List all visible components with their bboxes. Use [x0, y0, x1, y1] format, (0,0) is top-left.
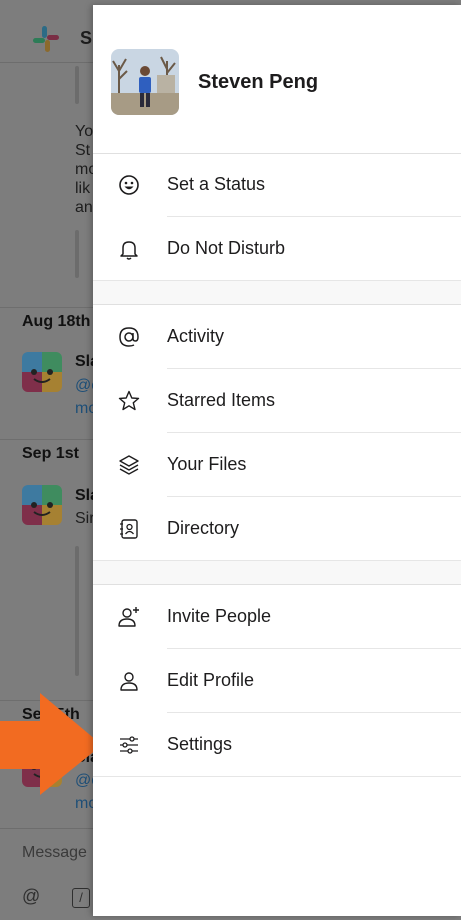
star-icon — [118, 390, 140, 411]
user-name: Steven Peng — [198, 71, 319, 93]
menu-item-label: Starred Items — [167, 390, 276, 410]
menu-item-label: Edit Profile — [167, 670, 255, 690]
menu-item-set-status[interactable]: Set a Status — [93, 153, 461, 217]
menu-item-invite-people[interactable]: Invite People — [93, 585, 461, 649]
slackbot-avatar — [22, 485, 62, 525]
quote-bar — [75, 546, 79, 676]
menu-item-label: Settings — [167, 734, 233, 754]
address-book-icon — [120, 519, 138, 539]
avatar[interactable] — [111, 49, 179, 115]
menu-item-starred-items[interactable]: Starred Items — [93, 369, 461, 433]
menu-item-label: Activity — [167, 326, 225, 346]
menu-item-directory[interactable]: Directory — [93, 497, 461, 561]
date-divider: Sep 1st — [22, 445, 79, 462]
status-menu-group: Set a Status Do Not Disturb — [93, 153, 461, 281]
at-sign-icon — [119, 327, 139, 347]
add-person-icon — [118, 607, 139, 627]
quote-bar — [75, 66, 79, 104]
navigation-menu-group: Activity Starred Items Your Files Direct… — [93, 305, 461, 561]
bell-icon — [120, 241, 138, 260]
layers-icon — [119, 455, 139, 475]
account-menu-group: Invite People Edit Profile Settings — [93, 585, 461, 777]
message-input[interactable]: Message — [22, 844, 87, 862]
menu-item-label: Invite People — [167, 606, 272, 626]
sliders-icon — [120, 736, 138, 754]
date-divider: Aug 18th — [22, 313, 91, 330]
menu-item-do-not-disturb[interactable]: Do Not Disturb — [93, 217, 461, 281]
menu-item-settings[interactable]: Settings — [93, 713, 461, 777]
side-drawer: Steven Peng Set a Status Do Not Disturb … — [93, 5, 461, 916]
menu-item-activity[interactable]: Activity — [93, 305, 461, 369]
menu-item-label: Your Files — [167, 454, 247, 474]
profile-header[interactable]: Steven Peng — [93, 5, 461, 154]
menu-item-label: Do Not Disturb — [167, 238, 286, 258]
quote-bar — [75, 230, 79, 278]
menu-item-edit-profile[interactable]: Edit Profile — [93, 649, 461, 713]
smiley-icon — [119, 175, 139, 195]
menu-item-your-files[interactable]: Your Files — [93, 433, 461, 497]
slack-logo-icon — [33, 26, 59, 52]
menu-item-label: Set a Status — [167, 174, 266, 194]
slash-command-icon[interactable]: / — [72, 888, 90, 908]
person-icon — [120, 672, 138, 691]
at-mention-icon[interactable]: @ — [22, 886, 40, 907]
slackbot-avatar — [22, 352, 62, 392]
menu-item-label: Directory — [167, 518, 240, 538]
